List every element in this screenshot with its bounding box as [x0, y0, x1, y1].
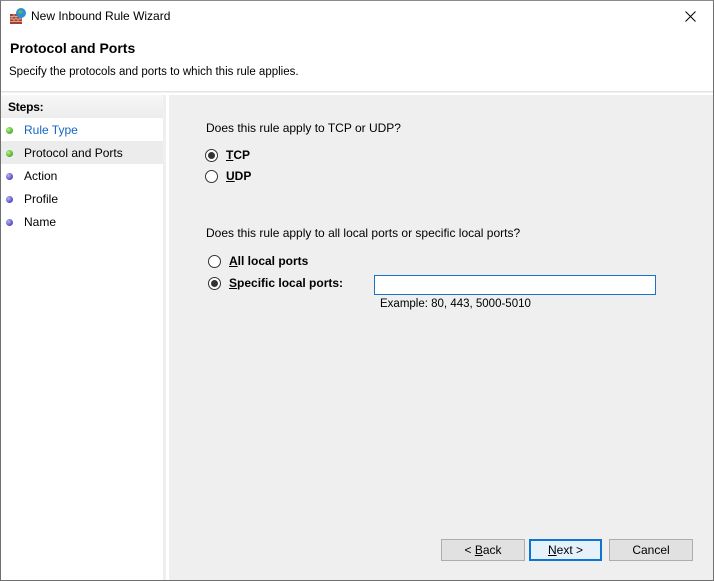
step-label: Profile [24, 192, 59, 206]
next-button[interactable]: Next > [529, 539, 602, 561]
wizard-window: New Inbound Rule Wizard Protocol and Por… [0, 0, 714, 581]
back-button[interactable]: < Back [441, 539, 525, 561]
wizard-header: Protocol and Ports Specify the protocols… [1, 32, 713, 92]
close-button[interactable] [667, 1, 713, 32]
specific-local-ports-label: Specific local ports: [229, 276, 344, 290]
step-done-icon [6, 127, 13, 134]
step-action: Action [1, 164, 163, 187]
firewall-icon [9, 7, 27, 25]
step-rule-type[interactable]: Rule Type [1, 118, 163, 141]
steps-panel: Steps: Rule Type Protocol and Ports Acti… [1, 95, 166, 580]
udp-radio[interactable]: UDP [205, 169, 251, 183]
step-pending-icon [6, 219, 13, 226]
page-title: Protocol and Ports [10, 40, 136, 56]
all-local-ports-label: All local ports [229, 254, 309, 268]
header-divider [1, 91, 713, 93]
step-label: Name [24, 215, 57, 229]
content-panel: Does this rule apply to TCP or UDP? TCP … [169, 95, 713, 580]
step-name: Name [1, 210, 163, 233]
all-local-ports-radio[interactable]: All local ports [208, 254, 308, 268]
ports-question: Does this rule apply to all local ports … [206, 226, 521, 240]
tcp-label: TCP [226, 148, 251, 162]
radio-checked-icon [205, 148, 218, 162]
tcp-radio[interactable]: TCP [205, 148, 250, 162]
step-done-icon [6, 150, 13, 157]
radio-checked-icon [208, 276, 221, 290]
step-pending-icon [6, 173, 13, 180]
radio-unchecked-icon [205, 169, 218, 183]
specific-ports-input[interactable] [374, 275, 656, 295]
close-icon [684, 11, 696, 22]
step-label: Rule Type [24, 123, 78, 137]
title-bar: New Inbound Rule Wizard [1, 1, 713, 32]
steps-heading: Steps: [1, 95, 163, 118]
step-protocol-and-ports: Protocol and Ports [1, 141, 163, 164]
window-title: New Inbound Rule Wizard [31, 9, 171, 23]
page-subtitle: Specify the protocols and ports to which… [9, 66, 299, 78]
radio-unchecked-icon [208, 254, 221, 268]
ports-example-hint: Example: 80, 443, 5000-5010 [380, 298, 531, 310]
specific-local-ports-radio[interactable]: Specific local ports: [208, 276, 343, 290]
step-label: Protocol and Ports [24, 146, 123, 160]
step-profile: Profile [1, 187, 163, 210]
udp-label: UDP [226, 169, 252, 183]
protocol-question: Does this rule apply to TCP or UDP? [206, 121, 401, 135]
step-pending-icon [6, 196, 13, 203]
step-label: Action [24, 169, 58, 183]
cancel-button[interactable]: Cancel [609, 539, 693, 561]
